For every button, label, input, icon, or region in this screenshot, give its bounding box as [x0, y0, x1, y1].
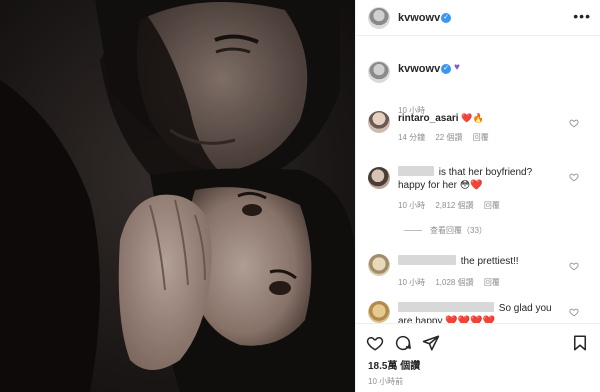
- reply-button[interactable]: 回覆: [473, 133, 489, 142]
- blurred-username: [398, 255, 456, 265]
- avatar[interactable]: [368, 254, 390, 276]
- likes-count[interactable]: 18.5萬 個讚: [368, 357, 420, 372]
- comment-meta: 10 小時 2,812 個讚 回覆: [398, 200, 508, 211]
- reply-button[interactable]: 回覆: [484, 278, 500, 287]
- comment-time: 10 小時: [398, 201, 426, 210]
- comment-time: 10 小時: [398, 278, 426, 287]
- post-photo[interactable]: [0, 0, 355, 392]
- share-icon[interactable]: [422, 334, 440, 352]
- heart-icon[interactable]: [569, 118, 579, 128]
- post-sidebar: kvwowv ✓ ••• kvwowv ✓ ♥ 10 小時 rintaro_as…: [355, 0, 600, 392]
- blurred-username: [398, 166, 434, 176]
- blurred-username: [398, 302, 494, 312]
- comment-likes[interactable]: 1,028 個讚: [435, 278, 473, 287]
- post-timestamp: 10 小時前: [368, 377, 404, 386]
- list-item: is that her boyfriend? happy for her 😳❤️…: [356, 162, 600, 242]
- more-icon[interactable]: •••: [573, 9, 591, 23]
- avatar[interactable]: [368, 7, 390, 29]
- caption-avatar[interactable]: [368, 61, 390, 83]
- comment-meta: 14 分鐘 22 個讚 回覆: [398, 132, 497, 143]
- avatar[interactable]: [368, 111, 390, 133]
- view-replies-button[interactable]: 查看回覆（33）: [404, 225, 487, 236]
- heart-icon[interactable]: [569, 307, 579, 317]
- comment-username[interactable]: rintaro_asari: [398, 113, 459, 124]
- comment-likes[interactable]: 2,812 個讚: [435, 201, 473, 210]
- post-header: kvwowv ✓ •••: [356, 0, 600, 36]
- comment-text: is that her boyfriend?: [438, 167, 533, 178]
- heart-icon[interactable]: [366, 334, 384, 352]
- comments-list[interactable]: kvwowv ✓ ♥ 10 小時 rintaro_asari ❤️🔥 14 分鐘…: [356, 37, 600, 323]
- heart-icon[interactable]: [569, 261, 579, 271]
- comment-icon[interactable]: [394, 334, 412, 352]
- caption: kvwowv ✓ ♥ 10 小時: [356, 57, 600, 115]
- bookmark-icon[interactable]: [571, 334, 589, 352]
- list-item: So glad you are happy ❤️❤️❤️❤️: [356, 299, 600, 323]
- avatar[interactable]: [368, 301, 390, 323]
- comment-likes[interactable]: 22 個讚: [435, 133, 462, 142]
- list-item: the prettiest!! 10 小時 1,028 個讚 回覆: [356, 250, 600, 290]
- comment-text-line2: happy for her 😳❤️: [398, 180, 483, 191]
- avatar[interactable]: [368, 167, 390, 189]
- comment-text-line2: are happy ❤️❤️❤️❤️: [398, 316, 496, 323]
- reply-button[interactable]: 回覆: [484, 201, 500, 210]
- post-username[interactable]: kvwowv: [398, 12, 440, 24]
- comment-time: 14 分鐘: [398, 133, 426, 142]
- photo-illustration: [0, 0, 355, 392]
- purple-heart-icon: ♥: [454, 62, 460, 73]
- verified-icon: ✓: [441, 64, 451, 74]
- comment-meta: 10 小時 1,028 個讚 回覆: [398, 277, 508, 288]
- comment-text: the prettiest!!: [460, 256, 519, 267]
- list-item: rintaro_asari ❤️🔥 14 分鐘 22 個讚 回覆: [356, 107, 600, 152]
- heart-icon[interactable]: [569, 172, 579, 182]
- comment-text: So glad you: [498, 303, 552, 314]
- verified-icon: ✓: [441, 13, 451, 23]
- comment-emojis: ❤️🔥: [461, 113, 484, 123]
- caption-username[interactable]: kvwowv: [398, 63, 440, 75]
